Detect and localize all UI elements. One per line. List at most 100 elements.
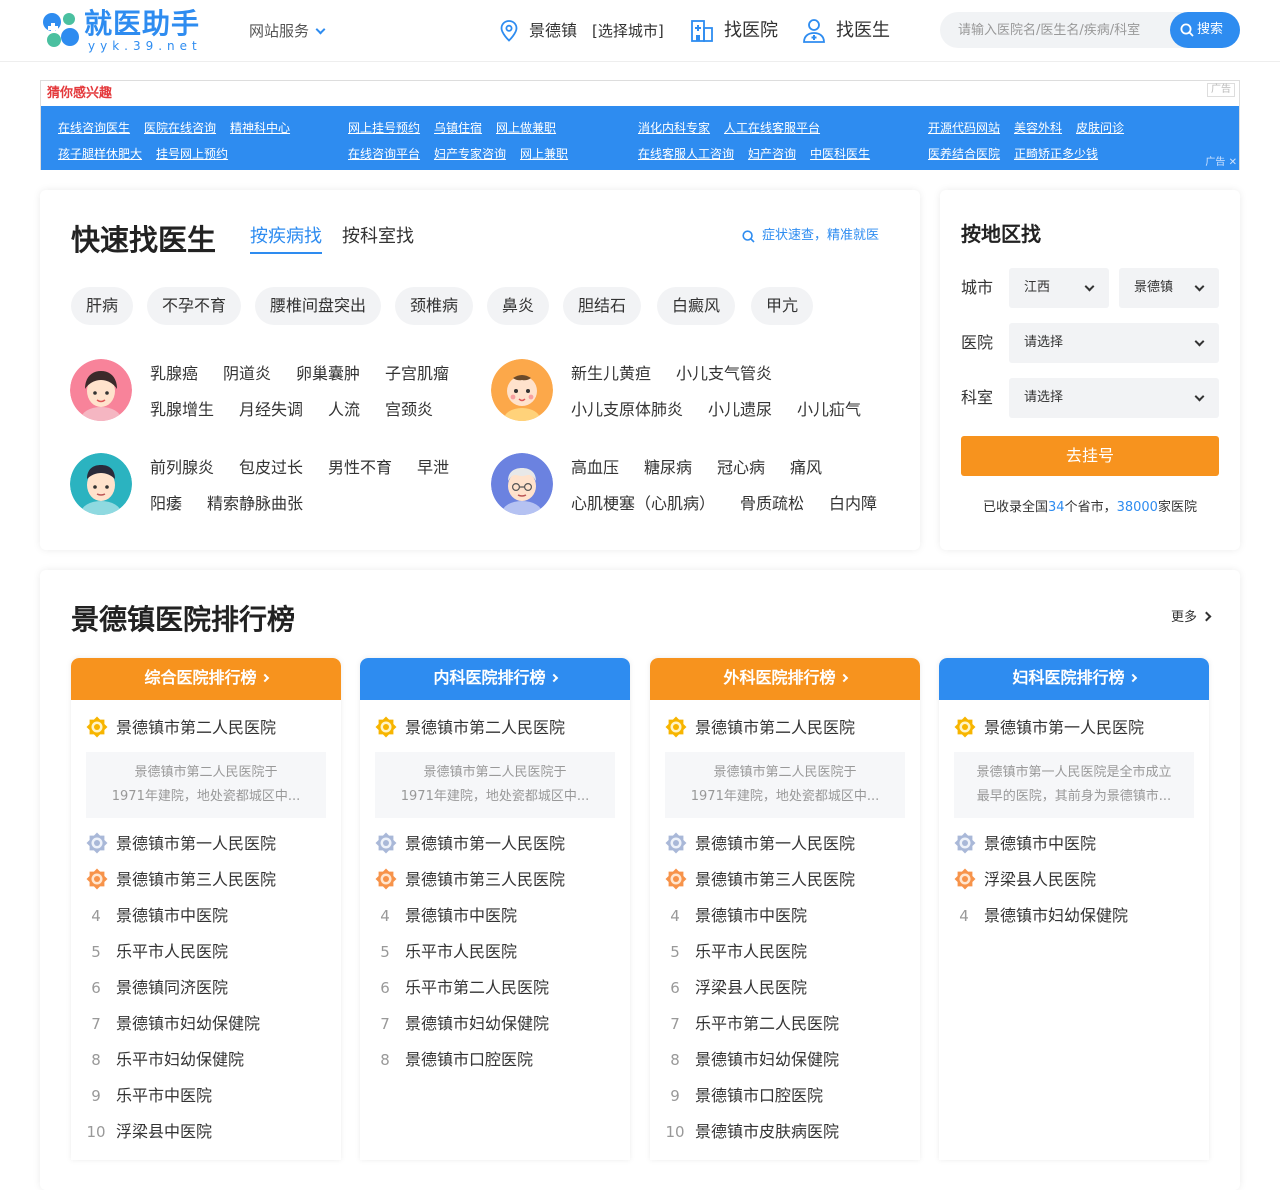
disease-link[interactable]: 冠心病 (717, 456, 765, 480)
ad-link[interactable]: 在线咨询平台 (348, 147, 420, 161)
disease-pill[interactable]: 白癜风 (657, 287, 735, 325)
site-service-menu[interactable]: 网站服务 (249, 20, 326, 42)
close-icon[interactable]: ✕ (1229, 157, 1237, 168)
ranking-item[interactable]: 10 浮梁县中医院 (86, 1119, 212, 1145)
disease-link[interactable]: 糖尿病 (644, 456, 692, 480)
symptom-check-link[interactable]: 症状速查，精准就医 (742, 226, 879, 246)
ad-link[interactable]: 妇产咨询 (748, 147, 796, 161)
disease-link[interactable]: 卵巢囊肿 (296, 362, 360, 386)
ad-close-area[interactable]: 广告 ✕ (1205, 153, 1237, 168)
disease-link[interactable]: 高血压 (571, 456, 619, 480)
disease-link[interactable]: 小儿支原体肺炎 (571, 398, 683, 422)
select-city-link[interactable]: [选择城市] (592, 17, 664, 45)
ad-link[interactable]: 中医科医生 (810, 147, 870, 161)
location-selector[interactable]: 景德镇 [选择城市] (499, 17, 669, 45)
disease-pill[interactable]: 不孕不育 (147, 287, 241, 325)
disease-link[interactable]: 宫颈炎 (385, 398, 433, 422)
ranking-item[interactable]: 5 乐平市人民医院 (665, 939, 807, 965)
ranking-item[interactable]: 7 乐平市第二人民医院 (665, 1011, 839, 1037)
disease-link[interactable]: 乳腺增生 (150, 398, 214, 422)
ad-link[interactable]: 在线客服人工咨询 (638, 147, 734, 161)
ad-link[interactable]: 皮肤问诊 (1076, 121, 1124, 135)
ranking-item[interactable]: 4 景德镇市妇幼保健院 (954, 903, 1128, 929)
ad-link[interactable]: 医养结合医院 (928, 147, 1000, 161)
ad-link[interactable]: 精神科中心 (230, 121, 290, 135)
ad-link[interactable]: 网上挂号预约 (348, 121, 420, 135)
register-button[interactable]: 去挂号 (961, 436, 1219, 476)
ad-link[interactable]: 消化内科专家 (638, 121, 710, 135)
ad-link[interactable]: 美容外科 (1014, 121, 1062, 135)
disease-pill[interactable]: 肝病 (71, 287, 133, 325)
disease-link[interactable]: 包皮过长 (239, 456, 303, 480)
ad-link[interactable]: 正畸矫正多少钱 (1014, 147, 1098, 161)
search-button[interactable]: 搜索 (1170, 12, 1240, 48)
ranking-item[interactable]: 景德镇市第三人民医院 (86, 867, 276, 893)
ranking-item[interactable]: 6 浮梁县人民医院 (665, 975, 807, 1001)
ranking-item[interactable]: 景德镇市第二人民医院 (665, 715, 855, 741)
disease-link[interactable]: 心肌梗塞（心肌病） (571, 492, 715, 516)
ranking-item[interactable]: 6 乐平市第二人民医院 (375, 975, 549, 1001)
disease-pill[interactable]: 腰椎间盘突出 (255, 287, 381, 325)
ranking-column-header[interactable]: 妇科医院排行榜 (939, 658, 1209, 700)
disease-link[interactable]: 白内障 (829, 492, 877, 516)
ranking-item[interactable]: 景德镇市第三人民医院 (375, 867, 565, 893)
ranking-item[interactable]: 9 乐平市中医院 (86, 1083, 212, 1109)
disease-link[interactable]: 乳腺癌 (150, 362, 198, 386)
disease-link[interactable]: 人流 (328, 398, 360, 422)
ranking-item[interactable]: 8 景德镇市口腔医院 (375, 1047, 533, 1073)
ad-link[interactable]: 乌镇住宿 (434, 121, 482, 135)
disease-link[interactable]: 精索静脉曲张 (207, 492, 303, 516)
disease-pill[interactable]: 甲亢 (751, 287, 813, 325)
ad-link[interactable]: 孩子腿样休肥大 (58, 147, 142, 161)
ranking-item[interactable]: 景德镇市第二人民医院 (375, 715, 565, 741)
hospital-select[interactable]: 请选择 (1009, 323, 1219, 363)
ranking-item[interactable]: 景德镇市第一人民医院 (86, 831, 276, 857)
ranking-item[interactable]: 8 乐平市妇幼保健院 (86, 1047, 244, 1073)
tab-by-disease[interactable]: 按疾病找 (250, 224, 322, 254)
disease-link[interactable]: 小儿支气管炎 (676, 362, 772, 386)
more-link[interactable]: 更多 (1171, 608, 1212, 628)
ranking-item[interactable]: 6 景德镇同济医院 (86, 975, 228, 1001)
ad-link[interactable]: 网上做兼职 (496, 121, 556, 135)
ranking-item[interactable]: 景德镇市第一人民医院 (954, 715, 1144, 741)
disease-pill[interactable]: 颈椎病 (395, 287, 473, 325)
disease-link[interactable]: 男性不育 (328, 456, 392, 480)
ranking-item[interactable]: 5 乐平市人民医院 (86, 939, 228, 965)
ranking-item[interactable]: 浮梁县人民医院 (954, 867, 1096, 893)
disease-link[interactable]: 阳痿 (150, 492, 182, 516)
ad-link[interactable]: 在线咨询医生 (58, 121, 130, 135)
disease-link[interactable]: 月经失调 (239, 398, 303, 422)
search-input[interactable] (958, 20, 1158, 40)
disease-link[interactable]: 新生儿黄疸 (571, 362, 651, 386)
ad-link[interactable]: 妇产专家咨询 (434, 147, 506, 161)
disease-link[interactable]: 子宫肌瘤 (385, 362, 449, 386)
ad-link[interactable]: 人工在线客服平台 (724, 121, 820, 135)
hospital-description[interactable]: 景德镇市第二人民医院于 1971年建院，地处瓷都城区中... (665, 752, 905, 818)
disease-link[interactable]: 骨质疏松 (740, 492, 804, 516)
ad-link[interactable]: 网上兼职 (520, 147, 568, 161)
ranking-column-header[interactable]: 外科医院排行榜 (650, 658, 920, 700)
ranking-item[interactable]: 7 景德镇市妇幼保健院 (86, 1011, 260, 1037)
ranking-item[interactable]: 10 景德镇市皮肤病医院 (665, 1119, 839, 1145)
ranking-item[interactable]: 9 景德镇市口腔医院 (665, 1083, 823, 1109)
disease-pill[interactable]: 胆结石 (563, 287, 641, 325)
ranking-item[interactable]: 4 景德镇市中医院 (375, 903, 517, 929)
ad-link[interactable]: 挂号网上预约 (156, 147, 228, 161)
disease-link[interactable]: 痛风 (790, 456, 822, 480)
ranking-item[interactable]: 景德镇市第二人民医院 (86, 715, 276, 741)
ranking-item[interactable]: 景德镇市第一人民医院 (665, 831, 855, 857)
ranking-item[interactable]: 4 景德镇市中医院 (665, 903, 807, 929)
tab-by-department[interactable]: 按科室找 (342, 224, 414, 250)
ranking-item[interactable]: 5 乐平市人民医院 (375, 939, 517, 965)
ranking-item[interactable]: 景德镇市中医院 (954, 831, 1096, 857)
disease-link[interactable]: 早泄 (417, 456, 449, 480)
disease-link[interactable]: 小儿疝气 (797, 398, 861, 422)
department-select[interactable]: 请选择 (1009, 378, 1219, 418)
ranking-item[interactable]: 8 景德镇市妇幼保健院 (665, 1047, 839, 1073)
disease-link[interactable]: 前列腺炎 (150, 456, 214, 480)
ad-link[interactable]: 开源代码网站 (928, 121, 1000, 135)
hospital-description[interactable]: 景德镇市第二人民医院于 1971年建院，地处瓷都城区中... (86, 752, 326, 818)
disease-link[interactable]: 阴道炎 (223, 362, 271, 386)
ad-link[interactable]: 医院在线咨询 (144, 121, 216, 135)
disease-link[interactable]: 小儿遗尿 (708, 398, 772, 422)
